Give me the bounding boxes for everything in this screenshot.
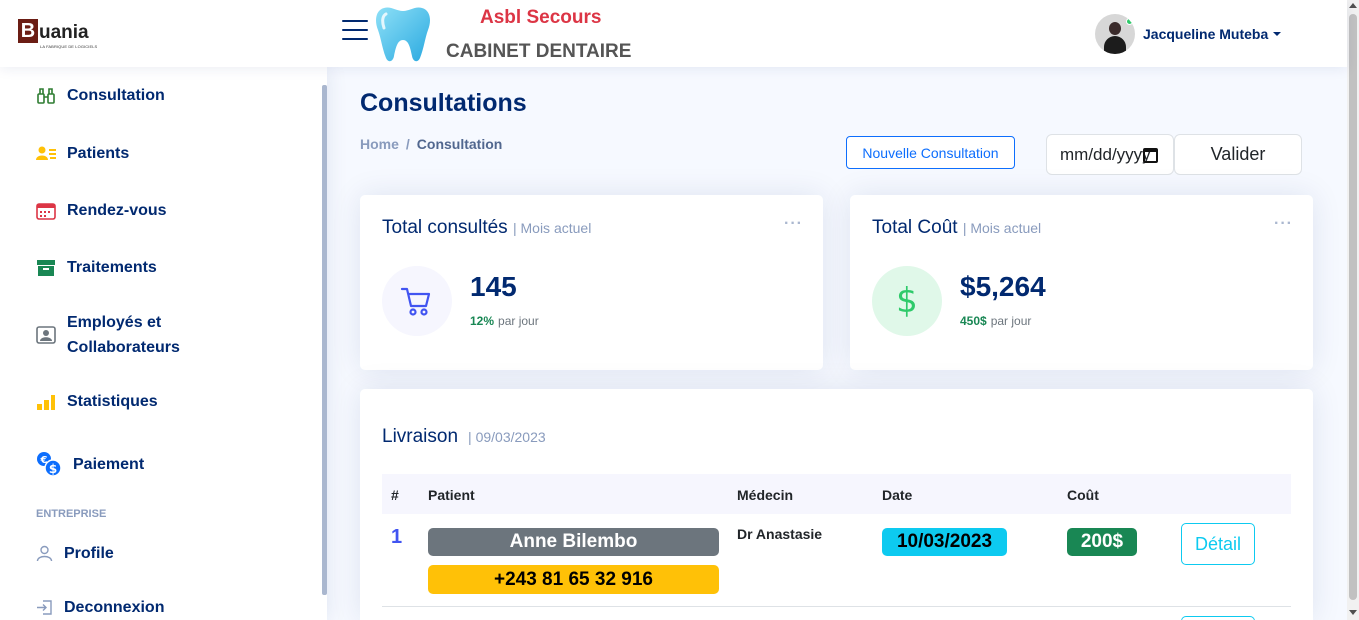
sidebar-item-traitements[interactable]: Traitements xyxy=(36,255,157,280)
breadcrumb-separator: / xyxy=(405,136,410,152)
table-title: Livraison xyxy=(382,426,459,447)
date-badge: 10/03/2023 xyxy=(882,528,1007,556)
column-header-cout: Coût xyxy=(1067,487,1099,503)
breadcrumb-current: Consultation xyxy=(416,136,503,152)
consults-percent-label: par jour xyxy=(498,314,539,328)
patient-phone-badge: +243 81 65 32 916 xyxy=(428,565,719,594)
sidebar-item-paiement[interactable]: € $ Paiement xyxy=(36,451,144,477)
avatar xyxy=(1095,14,1135,54)
doctor-name: Dr Anastasie xyxy=(737,526,823,542)
sidebar-item-statistiques[interactable]: Statistiques xyxy=(36,389,158,414)
person-icon xyxy=(36,544,53,564)
page-scrollbar[interactable] xyxy=(1347,0,1359,620)
row-divider xyxy=(382,606,1291,607)
sidebar-item-profile[interactable]: Profile xyxy=(36,541,114,566)
logo-letter: B xyxy=(18,19,38,43)
person-badge-icon xyxy=(36,325,56,345)
row-number-link[interactable]: 1 xyxy=(391,526,402,549)
scroll-down-icon[interactable] xyxy=(1349,610,1357,615)
sidebar: Consultation Patients Rendez-vous Traite… xyxy=(0,67,327,620)
validate-button[interactable]: Valider xyxy=(1174,134,1302,175)
binoculars-icon xyxy=(36,86,56,106)
cost-per-day-label: par jour xyxy=(990,314,1032,328)
card-subtitle: | Mois actuel xyxy=(962,220,1042,236)
logo-text: uania xyxy=(39,22,89,43)
scroll-up-icon[interactable] xyxy=(1349,3,1357,8)
calendar-icon xyxy=(36,201,56,221)
sidebar-item-employes[interactable]: Employés et Collaborateurs xyxy=(36,310,180,360)
online-status-dot xyxy=(1126,18,1133,25)
total-cost-card: Total Coût | Mois actuel ··· $ $5,264 45… xyxy=(850,195,1313,370)
sidebar-item-consultation[interactable]: Consultation xyxy=(36,83,165,108)
cost-badge: 200$ xyxy=(1067,528,1137,556)
tooth-icon xyxy=(372,2,434,69)
box-icon xyxy=(36,258,56,278)
sidebar-heading-entreprise: ENTREPRISE xyxy=(36,508,107,520)
cost-per-day: 450$ xyxy=(960,314,987,328)
bar-chart-icon xyxy=(36,392,56,412)
column-header-patient: Patient xyxy=(428,487,475,503)
clinic-name: CABINET DENTAIRE xyxy=(446,41,632,62)
sidebar-item-deconnexion[interactable]: Deconnexion xyxy=(36,595,164,620)
dollar-icon: $ xyxy=(872,266,942,336)
chevron-down-icon xyxy=(1273,32,1282,36)
organization-name: Asbl Secours xyxy=(480,7,602,28)
box-arrow-in-right-icon xyxy=(36,598,53,618)
table-subtitle: | 09/03/2023 xyxy=(468,429,546,445)
sidebar-item-rendez-vous[interactable]: Rendez-vous xyxy=(36,198,167,223)
new-consultation-button[interactable]: Nouvelle Consultation xyxy=(846,136,1015,169)
more-options-icon[interactable]: ··· xyxy=(1274,215,1293,233)
breadcrumb-home[interactable]: Home xyxy=(360,136,399,152)
person-lines-icon xyxy=(36,144,56,164)
total-cost-value: $5,264 xyxy=(960,271,1046,302)
svg-text:$: $ xyxy=(49,462,57,476)
brand-logo[interactable]: B uania LA FABRIQUE DE LOGICIELS xyxy=(18,19,97,49)
calendar-picker-icon[interactable] xyxy=(1143,148,1158,163)
breadcrumb: Home / Consultation xyxy=(360,136,502,152)
top-header: B uania LA FABRIQUE DE LOGICIELS Asbl Se… xyxy=(0,0,1347,67)
logo-tagline: LA FABRIQUE DE LOGICIELS xyxy=(40,44,98,49)
card-title: Total consultés xyxy=(382,217,508,238)
scroll-thumb[interactable] xyxy=(1349,14,1357,600)
detail-button[interactable] xyxy=(1181,616,1255,620)
user-name: Jacqueline Muteba xyxy=(1143,26,1269,42)
user-profile-dropdown[interactable]: Jacqueline Muteba xyxy=(1095,14,1282,54)
date-input[interactable]: mm/dd/yyyy xyxy=(1046,134,1174,175)
sidebar-item-patients[interactable]: Patients xyxy=(36,141,129,166)
column-header-date: Date xyxy=(882,487,913,503)
consults-percent: 12% xyxy=(470,314,495,328)
total-consults-card: Total consultés | Mois actuel ··· 145 12… xyxy=(360,195,823,370)
cart-icon xyxy=(382,266,452,336)
livraison-card: Livraison | 09/03/2023 # Patient Médecin … xyxy=(360,389,1313,620)
page-title: Consultations xyxy=(360,89,527,117)
table-header: # Patient Médecin Date Coût xyxy=(382,474,1291,514)
currency-exchange-icon: € $ xyxy=(36,451,62,477)
column-header-medecin: Médecin xyxy=(737,487,794,503)
card-title: Total Coût xyxy=(872,217,958,238)
card-subtitle: | Mois actuel xyxy=(512,220,592,236)
detail-button[interactable]: Détail xyxy=(1181,523,1255,565)
column-header-number: # xyxy=(391,487,399,503)
hamburger-menu-icon[interactable] xyxy=(342,20,368,44)
total-consults-value: 145 xyxy=(470,271,517,302)
patient-name-badge: Anne Bilembo xyxy=(428,528,719,556)
sidebar-scrollbar[interactable] xyxy=(322,85,327,595)
date-input-placeholder: mm/dd/yyyy xyxy=(1060,144,1151,164)
more-options-icon[interactable]: ··· xyxy=(784,215,803,233)
